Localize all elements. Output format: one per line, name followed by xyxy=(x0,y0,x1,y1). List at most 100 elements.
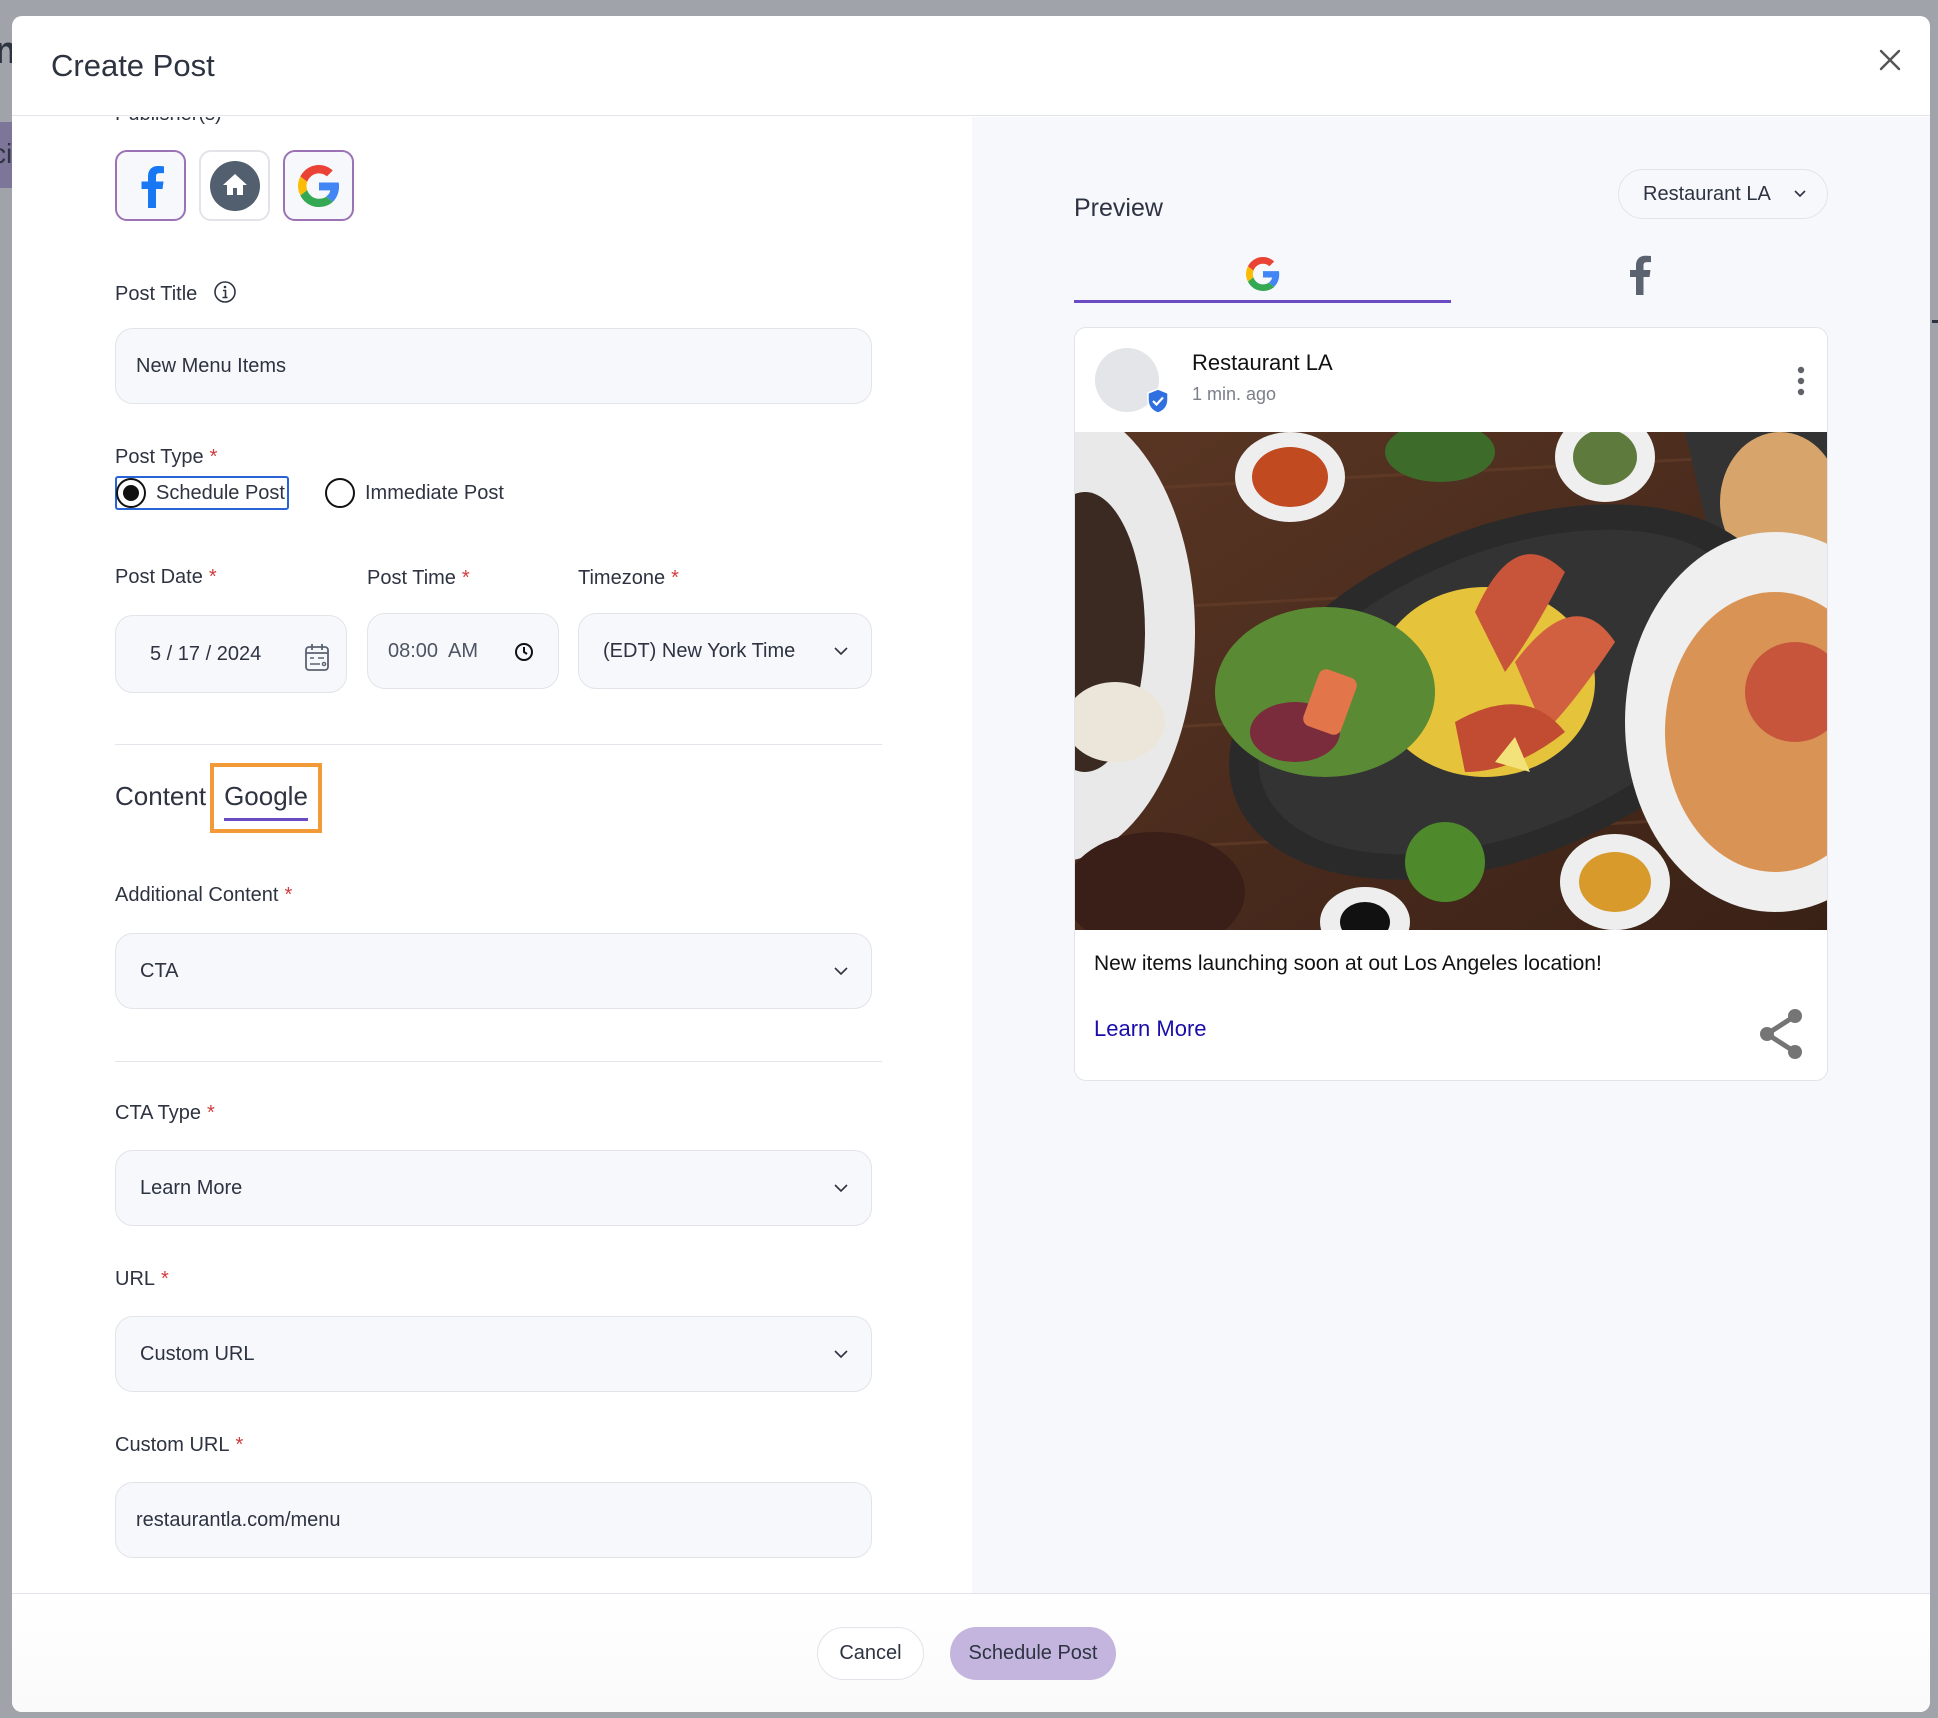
facebook-icon xyxy=(1629,255,1651,295)
post-title-value: New Menu Items xyxy=(136,354,287,377)
publisher-facebook-button[interactable] xyxy=(115,150,186,221)
verified-badge-icon xyxy=(1147,388,1169,414)
modal-footer: Cancel Schedule Post xyxy=(12,1593,1930,1712)
preview-tab-facebook[interactable] xyxy=(1451,247,1828,303)
post-time-input[interactable]: 08:00 AM xyxy=(367,613,559,689)
close-icon xyxy=(1879,49,1901,71)
chevron-down-icon xyxy=(834,967,848,976)
share-icon[interactable] xyxy=(1757,1008,1805,1060)
tab-google-label: Google xyxy=(224,781,308,821)
post-title-label-text: Post Title xyxy=(115,283,198,305)
calendar-icon[interactable] xyxy=(304,642,330,672)
radio-schedule-post-label: Schedule Post xyxy=(156,481,285,504)
post-date-label: Post Date * xyxy=(115,566,217,589)
radio-immediate-post[interactable]: Immediate Post xyxy=(324,478,504,508)
post-type-label: Post Type * xyxy=(115,446,217,469)
food-photo-illustration xyxy=(1075,432,1827,930)
timezone-label: Timezone * xyxy=(578,567,679,590)
additional-content-label-text: Additional Content xyxy=(115,884,279,906)
cancel-button[interactable]: Cancel xyxy=(817,1627,924,1680)
timezone-value: (EDT) New York Time xyxy=(603,639,796,662)
preview-tab-google[interactable] xyxy=(1074,247,1451,303)
post-form: Publisher(s) Post Title New Menu Items P… xyxy=(12,117,972,1593)
custom-url-value: restaurantla.com/menu xyxy=(136,1508,341,1531)
post-time-label-text: Post Time xyxy=(367,567,456,589)
custom-url-input[interactable]: restaurantla.com/menu xyxy=(115,1482,872,1558)
post-title-label: Post Title xyxy=(115,280,237,306)
custom-url-label-text: Custom URL xyxy=(115,1434,230,1456)
post-type-radio-group: Schedule Post Immediate Post xyxy=(115,476,504,510)
card-business-name: Restaurant LA xyxy=(1192,350,1333,375)
required-marker: * xyxy=(671,567,679,589)
section-divider xyxy=(115,744,882,745)
post-type-label-text: Post Type xyxy=(115,446,204,468)
url-label-text: URL xyxy=(115,1268,156,1290)
create-post-modal: Create Post Publisher(s) Post Title New … xyxy=(12,16,1930,1712)
content-tabs: Content Google xyxy=(115,763,322,833)
url-label: URL * xyxy=(115,1268,169,1291)
schedule-post-button[interactable]: Schedule Post xyxy=(950,1627,1116,1680)
required-marker: * xyxy=(461,567,470,589)
post-date-input[interactable]: 5 / 17 / 2024 xyxy=(115,615,347,693)
radio-immediate-post-label: Immediate Post xyxy=(364,481,504,504)
cta-type-value: Learn More xyxy=(140,1176,243,1199)
card-timestamp: 1 min. ago xyxy=(1192,384,1277,404)
post-time-label: Post Time * xyxy=(367,567,470,590)
google-icon xyxy=(1245,256,1279,291)
post-time-value: 08:00 AM xyxy=(388,639,479,662)
additional-content-value: CTA xyxy=(140,959,179,982)
info-icon[interactable] xyxy=(213,280,237,304)
google-icon xyxy=(297,164,339,207)
background-page-text: ci xyxy=(0,138,13,169)
required-marker: * xyxy=(161,1268,169,1290)
post-date-label-text: Post Date xyxy=(115,566,203,588)
clock-icon[interactable] xyxy=(514,642,534,662)
additional-content-label: Additional Content * xyxy=(115,884,292,907)
radio-schedule-post[interactable]: Schedule Post xyxy=(115,476,289,510)
chevron-down-icon xyxy=(834,1350,848,1359)
preview-title: Preview xyxy=(1074,194,1163,222)
required-marker: * xyxy=(284,884,293,906)
tab-google[interactable]: Google xyxy=(210,763,322,833)
required-marker: * xyxy=(209,446,218,468)
url-select[interactable]: Custom URL xyxy=(115,1316,872,1392)
close-button[interactable] xyxy=(1870,40,1910,80)
timezone-select[interactable]: (EDT) New York Time xyxy=(578,613,872,689)
preview-panel: Preview Restaurant LA Restaurant LA 1 mi… xyxy=(972,117,1930,1593)
required-marker: * xyxy=(235,1434,244,1456)
chevron-down-icon xyxy=(834,647,848,656)
location-select[interactable]: Restaurant LA xyxy=(1618,169,1828,219)
chevron-down-icon xyxy=(1794,190,1806,198)
cta-type-label-text: CTA Type xyxy=(115,1102,201,1124)
tab-content-label: Content xyxy=(115,781,207,811)
google-post-preview-card: Restaurant LA 1 min. ago New items launc… xyxy=(1074,327,1828,1081)
section-divider xyxy=(115,1061,882,1062)
publishers-label: Publisher(s) xyxy=(115,117,222,126)
card-cta-link[interactable]: Learn More xyxy=(1094,1016,1207,1042)
post-image xyxy=(1075,432,1827,930)
custom-url-label: Custom URL * xyxy=(115,1434,243,1457)
required-marker: * xyxy=(208,566,217,588)
modal-title: Create Post xyxy=(51,48,215,83)
url-value: Custom URL xyxy=(140,1342,255,1365)
home-icon xyxy=(209,160,260,211)
publisher-google-button[interactable] xyxy=(283,150,354,221)
card-post-text: New items launching soon at out Los Ange… xyxy=(1094,952,1602,975)
radio-checked-indicator xyxy=(116,478,146,508)
post-title-input[interactable]: New Menu Items xyxy=(115,328,872,404)
more-options-icon[interactable] xyxy=(1797,366,1805,396)
cta-type-label: CTA Type * xyxy=(115,1102,215,1125)
radio-unchecked-indicator xyxy=(324,478,355,508)
publisher-home-button[interactable] xyxy=(199,150,270,221)
timezone-label-text: Timezone xyxy=(578,567,666,589)
background-page-glyph xyxy=(1932,320,1938,360)
additional-content-select[interactable]: CTA xyxy=(115,933,872,1009)
facebook-icon xyxy=(141,165,164,208)
required-marker: * xyxy=(206,1102,215,1124)
preview-platform-tabs xyxy=(1074,247,1828,303)
tab-content[interactable]: Content xyxy=(115,781,206,812)
post-date-value: 5 / 17 / 2024 xyxy=(150,642,262,665)
location-value: Restaurant LA xyxy=(1643,182,1771,205)
modal-header: Create Post xyxy=(12,16,1930,116)
cta-type-select[interactable]: Learn More xyxy=(115,1150,872,1226)
